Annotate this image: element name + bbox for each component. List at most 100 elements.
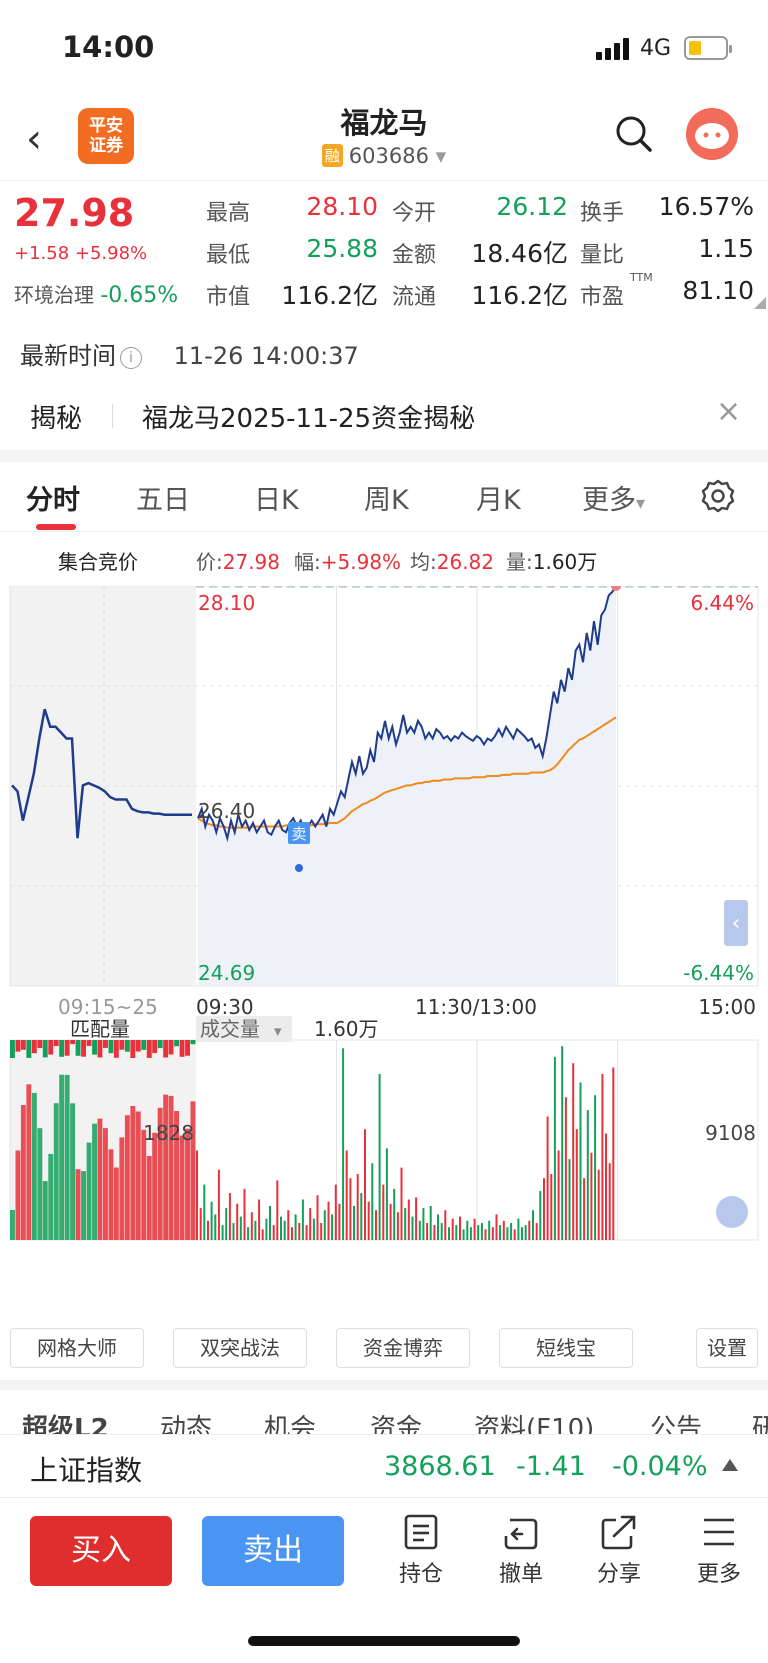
volume-bar (228, 1193, 231, 1240)
match-volume-bar (31, 1092, 37, 1240)
volume-bar (506, 1227, 509, 1240)
volume-bar (338, 1203, 341, 1240)
trade-dot (295, 864, 303, 872)
volume-bar (608, 1163, 611, 1240)
volume-bar (517, 1218, 520, 1240)
volume-bar (305, 1225, 308, 1240)
volume-bar (451, 1218, 454, 1240)
buy-button[interactable]: 买入 (30, 1516, 172, 1586)
unmatched-bar (119, 1040, 125, 1050)
info-icon[interactable]: i (120, 347, 142, 369)
search-icon[interactable] (614, 114, 654, 154)
tab-intraday[interactable]: 分时 (26, 478, 80, 517)
unmatched-bar (190, 1040, 196, 1045)
unmatched-bar (113, 1040, 119, 1058)
gear-icon[interactable] (700, 478, 736, 514)
update-time-value: 11-26 14:00:37 (173, 342, 359, 370)
volume-bar (378, 1073, 381, 1240)
tab-research[interactable]: 研 (752, 1408, 768, 1434)
volume-bar (459, 1216, 461, 1240)
bottom-action-bar: 买入 卖出 持仓 撤单 分享 更多 (0, 1500, 768, 1600)
sub-tabs: 超级L2 动态 机会 资金 资料(F10) 公告 研 (0, 1398, 768, 1434)
volume-bar (488, 1220, 491, 1240)
open-label: 今开 (392, 201, 437, 226)
tab-five-day[interactable]: 五日 (136, 478, 190, 517)
intraday-chart[interactable]: 卖 28.10 26.40 24.69 6.44% -6.44% 09:15~25 09:3… (0, 586, 768, 1320)
volume-bar (455, 1225, 458, 1240)
fund-reveal-banner[interactable]: 揭秘 福龙马2025-11-25资金揭秘 × (0, 380, 768, 450)
expand-up-icon[interactable] (722, 1459, 738, 1471)
unmatched-bar (108, 1040, 114, 1054)
unmatched-bar (81, 1040, 86, 1057)
sell-button[interactable]: 卖出 (202, 1516, 344, 1586)
match-volume-bar (64, 1074, 70, 1240)
chevron-down-icon: ▾ (435, 144, 447, 168)
tab-opportunity[interactable]: 机会 (264, 1408, 316, 1434)
holdings-button[interactable]: 持仓 (386, 1514, 456, 1588)
unmatched-bar (48, 1040, 54, 1055)
unmatched-bar (124, 1040, 130, 1052)
section-gap (0, 450, 768, 462)
volume-bar (250, 1212, 253, 1240)
volume-bar (232, 1223, 235, 1240)
match-volume-bar (42, 1181, 48, 1240)
high-label: 最高 (206, 201, 251, 226)
volume-bar (367, 1201, 370, 1240)
sector-pct: -0.65% (100, 283, 179, 308)
volume-bar (601, 1073, 604, 1240)
volume-bar (513, 1229, 516, 1240)
volume-bar (594, 1095, 597, 1240)
tab-weekly-k[interactable]: 周K (364, 478, 409, 517)
index-ticker[interactable]: 上证指数 3868.61 -1.41 -0.04% (0, 1434, 768, 1498)
tab-more[interactable]: 更多▾ (582, 478, 645, 517)
unmatched-bar (64, 1040, 70, 1056)
expand-corner-icon[interactable] (754, 297, 766, 309)
tab-announcement[interactable]: 公告 (650, 1408, 702, 1434)
auction-label: 集合竞价 (58, 550, 138, 574)
open-value: 26.12 (496, 192, 568, 221)
capital-game-button[interactable]: 资金博弈 (336, 1328, 470, 1368)
share-icon (601, 1515, 636, 1550)
assistant-avatar-icon[interactable] (686, 108, 738, 160)
cancel-order-button[interactable]: 撤单 (486, 1514, 556, 1588)
mcap-value: 116.2亿 (281, 281, 378, 310)
volume-bar (539, 1191, 542, 1240)
tab-daily-k[interactable]: 日K (254, 478, 299, 517)
volume-bar (586, 1110, 589, 1240)
volume-bar (349, 1178, 352, 1240)
tab-capital[interactable]: 资金 (370, 1408, 422, 1434)
volume-bar (411, 1216, 414, 1240)
chevron-left-icon: ‹ (732, 911, 741, 936)
chart-tabs: 分时 五日 日K 周K 月K 更多▾ (0, 462, 768, 532)
settings-button[interactable]: 设置 (696, 1328, 758, 1368)
more-button[interactable]: 更多 (684, 1514, 754, 1588)
tab-monthly-k[interactable]: 月K (476, 478, 521, 517)
share-button[interactable]: 分享 (584, 1514, 654, 1588)
double-break-button[interactable]: 双突战法 (173, 1328, 307, 1368)
short-line-button[interactable]: 短线宝 (499, 1328, 633, 1368)
t-mid-label: 11:30/13:00 (415, 995, 537, 1019)
unmatched-bar (103, 1040, 108, 1048)
unmatched-bar (179, 1040, 185, 1057)
unmatched-bar (92, 1040, 97, 1055)
t-close-label: 15:00 (698, 995, 756, 1019)
match-volume-bar (130, 1106, 136, 1240)
tab-f10[interactable]: 资料(F10) (474, 1408, 594, 1434)
close-icon[interactable]: × (716, 394, 741, 429)
volume-bar (375, 1210, 377, 1240)
volume-bar (283, 1220, 286, 1240)
volume-bar (247, 1227, 250, 1240)
tab-dynamic[interactable]: 动态 (160, 1408, 212, 1434)
match-volume-bar (97, 1118, 103, 1240)
grid-master-button[interactable]: 网格大师 (10, 1328, 144, 1368)
amount-label: 金额 (392, 243, 437, 268)
tab-super-l2[interactable]: 超级L2 (22, 1408, 109, 1434)
volume-bar (382, 1184, 385, 1240)
volume-bar (207, 1220, 209, 1240)
volume-bar (342, 1048, 345, 1240)
sector-name: 环境治理 (14, 283, 94, 307)
network-type: 4G (640, 36, 672, 61)
volume-bar (254, 1220, 257, 1240)
sector-change[interactable]: 环境治理 -0.65% (14, 279, 178, 308)
stock-code: 603686 (348, 144, 429, 168)
